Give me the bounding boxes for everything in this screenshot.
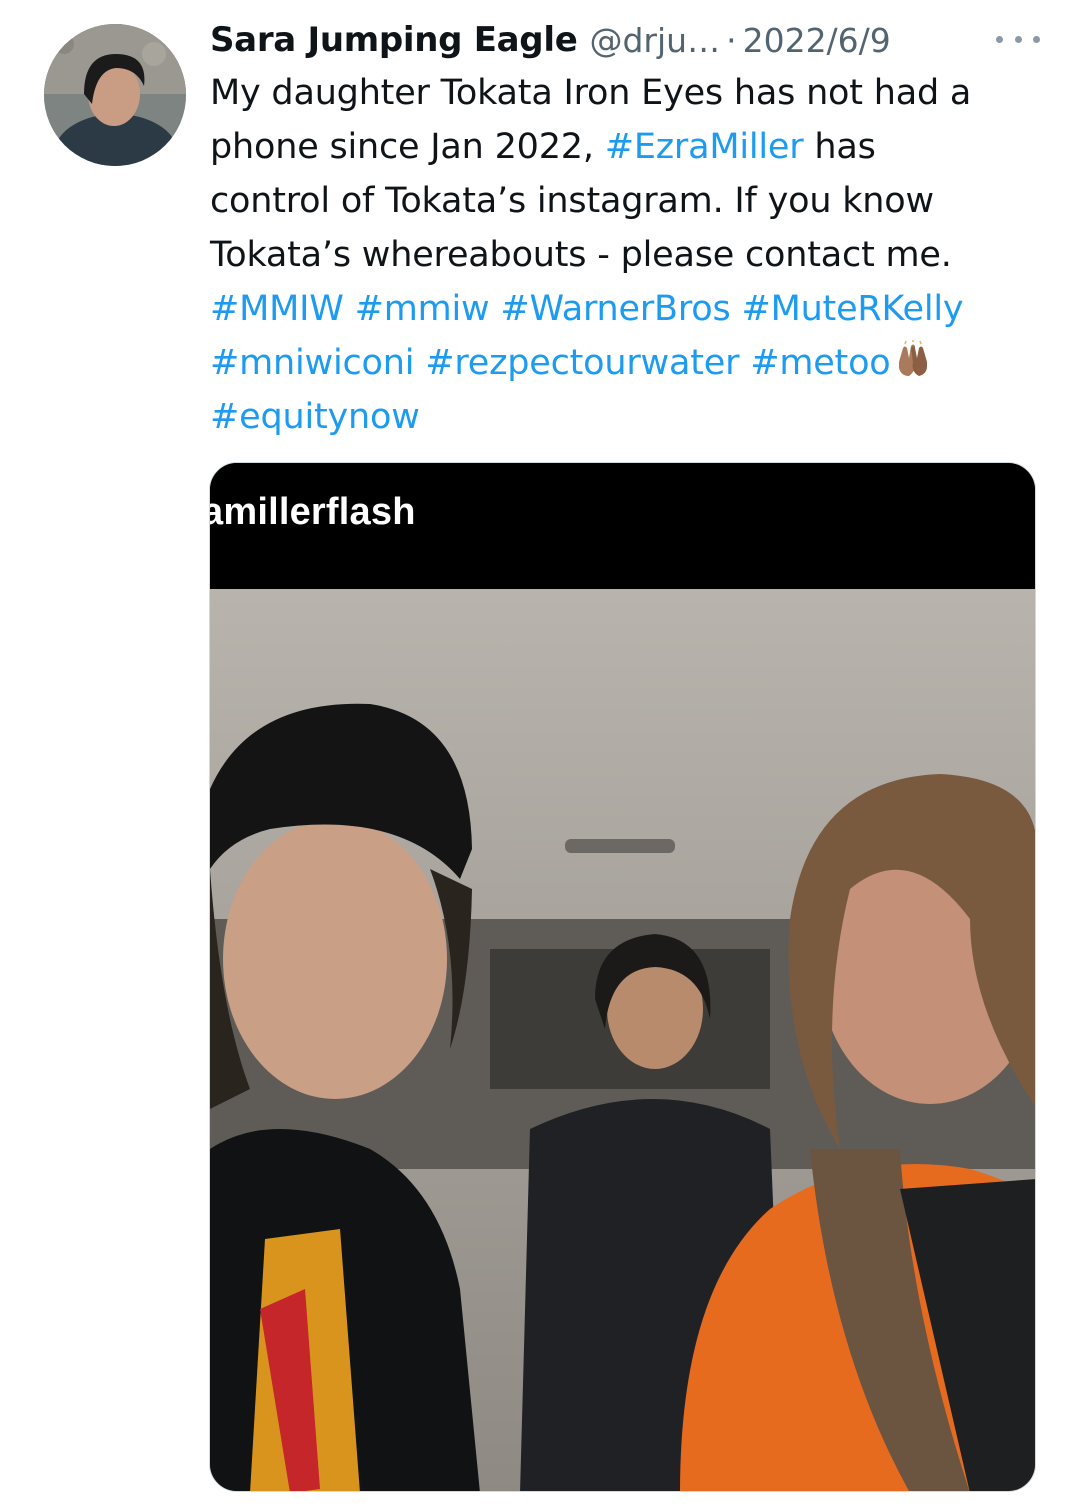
hashtag-link[interactable]: #EzraMiller xyxy=(605,127,804,167)
avatar[interactable] xyxy=(44,24,186,166)
tweet-media-image[interactable]: amillerflash xyxy=(209,462,1036,1492)
hashtag-link[interactable]: #mniwiconi xyxy=(210,343,414,383)
overlay-username: amillerflash xyxy=(209,491,416,533)
hashtag-link[interactable]: #WarnerBros xyxy=(500,289,730,329)
raised-hands-icon xyxy=(898,340,927,376)
hashtag-link[interactable]: #rezpectourwater xyxy=(425,343,739,383)
tweet-line: Tokata’s whereabouts - please contact me… xyxy=(210,235,952,275)
tweet-line: phone since Jan 2022, #EzraMiller has xyxy=(210,120,1050,174)
tweet-text-segment: has xyxy=(803,127,876,167)
hashtag-link[interactable]: #MuteRKelly xyxy=(741,289,963,329)
hashtag-link[interactable]: #MMIW xyxy=(210,289,344,329)
timestamp[interactable]: 2022/6/9 xyxy=(743,21,891,60)
media-topbar: amillerflash xyxy=(210,463,1035,589)
hashtag-row: #mniwiconi #rezpectourwater #metoo xyxy=(210,336,1050,390)
user-handle[interactable]: @drju… xyxy=(589,21,720,60)
more-horizontal-icon[interactable] xyxy=(996,24,1040,54)
avatar-image xyxy=(44,24,186,166)
hashtag-link[interactable]: #metoo xyxy=(750,343,891,383)
display-name[interactable]: Sara Jumping Eagle xyxy=(210,20,578,60)
separator-dot: · xyxy=(726,20,737,60)
tweet-line: My daughter Tokata Iron Eyes has not had… xyxy=(210,73,972,113)
hashtag-link[interactable]: #equitynow xyxy=(210,397,420,437)
car-selfie-photo xyxy=(210,589,1035,1491)
tweet-line: control of Tokata’s instagram. If you kn… xyxy=(210,181,934,221)
hashtag-row: #equitynow xyxy=(210,390,1050,444)
tweet-text: My daughter Tokata Iron Eyes has not had… xyxy=(210,66,1050,444)
tweet-text-segment: phone since Jan 2022, xyxy=(210,127,605,167)
hashtag-row: #MMIW #mmiw #WarnerBros #MuteRKelly xyxy=(210,282,1050,336)
tweet[interactable]: Sara Jumping Eagle @drju… · 2022/6/9 My … xyxy=(0,0,1080,1510)
tweet-header: Sara Jumping Eagle @drju… · 2022/6/9 xyxy=(210,14,1040,66)
hashtag-link[interactable]: #mmiw xyxy=(355,289,490,329)
